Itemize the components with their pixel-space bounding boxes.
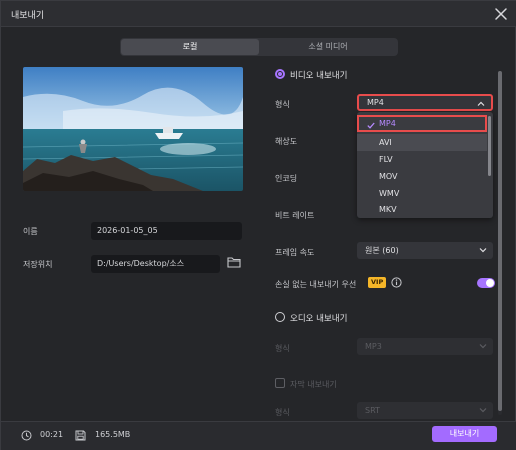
format-option-mkv[interactable]: MKV [357, 201, 487, 218]
audio-format-select: MP3 [357, 338, 493, 355]
chevron-down-icon [479, 248, 487, 253]
lossless-toggle[interactable] [477, 278, 495, 288]
subtitle-export-label: 자막 내보내기 [290, 380, 337, 389]
duration-text: 00:21 [40, 430, 64, 439]
file-size-text: 165.5MB [95, 430, 131, 439]
audio-format-value: MP3 [365, 342, 382, 351]
tab-bar: 로컬 소셜 미디어 [120, 38, 398, 56]
save-location-input[interactable]: D:/Users/Desktop/소스 [91, 255, 220, 273]
video-format-label: 형식 [275, 100, 290, 109]
clock-icon [21, 430, 32, 441]
video-export-radio[interactable] [275, 69, 285, 79]
dialog-title: 내보내기 [11, 11, 45, 21]
close-icon[interactable] [493, 6, 509, 22]
export-button[interactable]: 내보내기 [432, 426, 497, 442]
format-option-mov[interactable]: MOV [357, 168, 487, 185]
vip-badge: VIP [368, 277, 387, 288]
tab-local[interactable]: 로컬 [121, 39, 259, 55]
name-label: 이름 [23, 227, 38, 236]
chevron-up-icon [477, 101, 485, 106]
lossless-label: 손실 없는 내보내기 우선 [275, 280, 357, 289]
info-icon[interactable] [391, 277, 402, 288]
subtitle-format-select: SRT [357, 402, 493, 419]
checkmark-icon [367, 122, 375, 129]
video-export-label: 비디오 내보내기 [290, 71, 348, 81]
dropdown-scrollbar[interactable] [488, 116, 491, 176]
format-option-avi[interactable]: AVI [357, 134, 487, 151]
subtitle-format-value: SRT [365, 406, 380, 415]
folder-icon[interactable] [227, 256, 241, 268]
format-option-mp4[interactable]: MP4 [357, 115, 487, 132]
title-bar: 내보내기 [1, 1, 516, 27]
file-name-input[interactable]: 2026-01-05_05 [91, 222, 242, 240]
framerate-value: 원본 (60) [365, 246, 399, 255]
encoding-label: 인코딩 [275, 174, 298, 183]
video-format-dropdown: MP4 AVI FLV MOV WMV MKV [357, 112, 493, 218]
resolution-label: 해상도 [275, 137, 298, 146]
scrollbar-thumb[interactable] [498, 71, 502, 411]
framerate-label: 프레임 속도 [275, 248, 315, 257]
chevron-down-icon [479, 344, 487, 349]
bitrate-label: 비트 레이트 [275, 211, 315, 220]
tab-social-media[interactable]: 소셜 미디어 [259, 39, 397, 55]
format-option-flv[interactable]: FLV [357, 151, 487, 168]
audio-export-label: 오디오 내보내기 [290, 314, 348, 324]
video-format-select[interactable]: MP4 [357, 94, 493, 111]
format-option-wmv[interactable]: WMV [357, 185, 487, 202]
save-disk-icon [75, 430, 86, 441]
video-preview-image [23, 67, 243, 191]
subtitle-export-checkbox[interactable] [275, 378, 285, 388]
subtitle-format-label: 형식 [275, 408, 290, 417]
export-dialog: 내보내기 로컬 소셜 미디어 이름 2026-01-05_05 저장위치 D:/… [0, 0, 516, 450]
chevron-down-icon [479, 408, 487, 413]
audio-export-radio[interactable] [275, 312, 285, 322]
audio-format-label: 형식 [275, 344, 290, 353]
framerate-select[interactable]: 원본 (60) [357, 242, 493, 259]
settings-scrollbar[interactable] [498, 71, 502, 415]
video-format-value: MP4 [367, 98, 384, 107]
save-location-label: 저장위치 [23, 260, 53, 269]
